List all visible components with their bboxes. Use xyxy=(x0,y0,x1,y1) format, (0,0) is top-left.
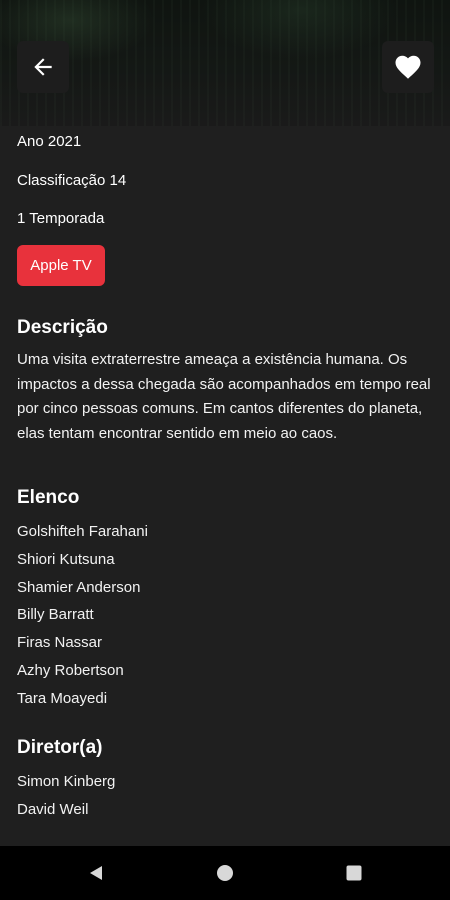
director-list: Simon Kinberg David Weil xyxy=(17,768,115,824)
description-title: Descrição xyxy=(17,317,108,338)
apple-tv-button[interactable]: Apple TV xyxy=(17,245,105,286)
square-recents-icon xyxy=(346,865,362,881)
heart-icon xyxy=(395,55,421,79)
cast-member: Shamier Anderson xyxy=(17,578,141,596)
nav-recents-button[interactable] xyxy=(334,846,374,900)
circle-home-icon xyxy=(217,865,233,881)
cast-member: Shiori Kutsuna xyxy=(17,550,115,568)
director-name: Simon Kinberg xyxy=(17,773,116,790)
cast-member: Golshifteh Farahani xyxy=(17,523,148,540)
seasons-text: 1 Temporada xyxy=(17,210,105,227)
year-text: Ano 2021 xyxy=(17,133,82,150)
cast-list: Golshifteh Farahani Shiori Kutsuna Shami… xyxy=(17,518,148,713)
cast-title: Elenco xyxy=(17,487,80,508)
description-text: Uma visita extraterrestre ameaça a exist… xyxy=(17,351,431,442)
nav-home-button[interactable] xyxy=(205,846,245,900)
favorite-button[interactable] xyxy=(382,41,434,93)
system-navigation-bar xyxy=(0,846,450,900)
triangle-back-icon xyxy=(90,866,102,880)
director-title: Diretor(a) xyxy=(17,737,103,758)
back-button[interactable] xyxy=(17,41,69,93)
cast-member: Tara Moayedi xyxy=(17,689,108,707)
cast-member: Azhy Robertson xyxy=(17,661,124,679)
arrow-left-icon xyxy=(34,58,52,76)
director-name: David Weil xyxy=(17,800,89,818)
cast-member: Firas Nassar xyxy=(17,634,103,652)
cast-member: Billy Barratt xyxy=(17,606,94,624)
rating-text: Classificação 14 xyxy=(17,172,127,189)
nav-back-button[interactable] xyxy=(76,846,116,900)
